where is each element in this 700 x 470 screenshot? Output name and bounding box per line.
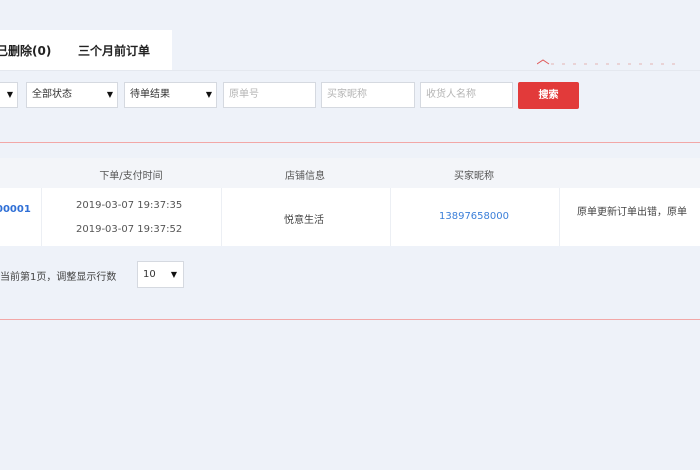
partial-select[interactable]: ▼ — [0, 82, 18, 108]
page-size-select[interactable]: 10 ▼ — [137, 261, 184, 288]
page-size-value: 10 — [143, 269, 156, 280]
dropdown-arrow-icon: ▼ — [205, 90, 212, 99]
section-divider-top — [0, 142, 700, 143]
logistics-select-value: 待单结果 — [130, 89, 170, 100]
order-remark: 原单更新订单出错，原单 — [577, 207, 687, 218]
order-number-link[interactable]: 00001 — [0, 204, 31, 215]
column-header-shop: 店铺信息 — [285, 171, 325, 182]
pay-time: 2019-03-07 19:37:52 — [76, 224, 183, 235]
dropdown-arrow-icon: ▼ — [6, 90, 13, 99]
status-select-value: 全部状态 — [32, 89, 72, 100]
buyer-nick-link[interactable]: 13897658000 — [439, 211, 509, 222]
logistics-select[interactable]: 待单结果 ▼ — [124, 82, 217, 108]
tab-three-months-ago[interactable]: 三个月前订单 — [78, 42, 150, 59]
tab-bar: 已删除(0) 三个月前订单 — [0, 30, 172, 70]
decorative-arrow-line — [537, 59, 677, 65]
tab-divider — [0, 70, 700, 71]
column-header-time: 下单/支付时间 — [99, 171, 163, 182]
receiver-name-input[interactable]: 收货人名称 — [420, 82, 513, 108]
column-header-buyer: 买家昵称 — [454, 171, 494, 182]
buyer-nick-input[interactable]: 买家昵称 — [321, 82, 415, 108]
section-divider-bottom — [0, 319, 700, 320]
order-no-input[interactable]: 原单号 — [223, 82, 316, 108]
dropdown-arrow-icon: ▼ — [170, 270, 177, 279]
shop-name: 悦意生活 — [284, 215, 324, 226]
table-row: 00001 2019-03-07 19:37:35 2019-03-07 19:… — [0, 188, 700, 246]
table-header: 下单/支付时间 店铺信息 买家昵称 — [0, 158, 700, 188]
tab-deleted[interactable]: 已删除(0) — [0, 42, 51, 59]
dropdown-arrow-icon: ▼ — [106, 90, 113, 99]
pagination-text: 当前第1页，调整显示行数 — [0, 272, 117, 283]
order-time: 2019-03-07 19:37:35 — [76, 200, 183, 211]
status-select[interactable]: 全部状态 ▼ — [26, 82, 118, 108]
search-button[interactable]: 搜索 — [518, 82, 579, 109]
